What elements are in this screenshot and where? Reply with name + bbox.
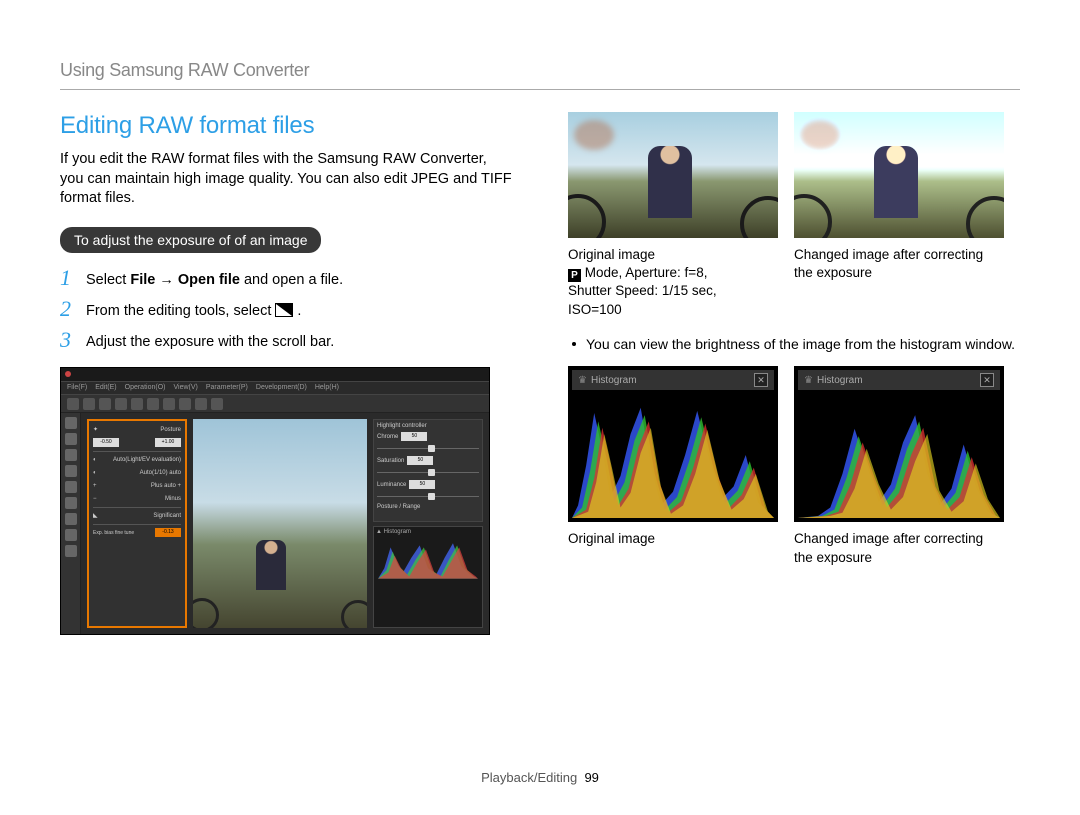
original-caption: Original image P Mode, Aperture: f=8, Sh… bbox=[568, 246, 778, 319]
step-2: 2 From the editing tools, select . bbox=[60, 298, 512, 321]
app-toolbar bbox=[61, 395, 489, 413]
app-sidebar bbox=[61, 413, 81, 634]
step-number: 2 bbox=[60, 298, 76, 320]
mini-histogram: ▲ Histogram bbox=[373, 526, 483, 628]
exposure-panel: ✦Posture -0.50 +1.00 ◐Auto(Light/EV eval… bbox=[87, 419, 187, 628]
step-number: 3 bbox=[60, 329, 76, 351]
left-column: Editing RAW format files If you edit the… bbox=[60, 112, 512, 635]
hist-caption-right: Changed image after correcting the expos… bbox=[794, 530, 1004, 566]
crown-icon: ♛ bbox=[804, 375, 813, 386]
histogram-original: ♛Histogram ✕ bbox=[568, 366, 778, 522]
corrected-caption: Changed image after correcting the expos… bbox=[794, 246, 1004, 319]
step-1: 1 Select File → Open file and open a fil… bbox=[60, 267, 512, 290]
hist-caption-left: Original image bbox=[568, 530, 778, 566]
step-3: 3 Adjust the exposure with the scroll ba… bbox=[60, 329, 512, 352]
breadcrumb: Using Samsung RAW Converter bbox=[60, 60, 1020, 90]
note-text: You can view the brightness of the image… bbox=[568, 335, 1020, 355]
close-icon: ✕ bbox=[980, 373, 994, 387]
subsection-pill: To adjust the exposure of of an image bbox=[60, 227, 321, 253]
original-photo bbox=[568, 112, 778, 238]
step-number: 1 bbox=[60, 267, 76, 289]
section-heading: Editing RAW format files bbox=[60, 112, 512, 140]
step-text: From the editing tools, select . bbox=[86, 298, 301, 321]
crown-icon: ♛ bbox=[578, 375, 587, 386]
page-footer: Playback/Editing 99 bbox=[0, 770, 1080, 785]
intro-text: If you edit the RAW format files with th… bbox=[60, 150, 512, 209]
close-icon: ✕ bbox=[754, 373, 768, 387]
app-titlebar bbox=[61, 368, 489, 382]
exposure-icon bbox=[275, 303, 293, 317]
step-text: Adjust the exposure with the scroll bar. bbox=[86, 329, 334, 352]
step-text: Select File → Open file and open a file. bbox=[86, 267, 343, 290]
right-column: Original image P Mode, Aperture: f=8, Sh… bbox=[568, 112, 1020, 635]
histogram-corrected: ♛Histogram ✕ bbox=[794, 366, 1004, 522]
app-menubar: File(F)Edit(E)Operation(O)View(V)Paramet… bbox=[61, 382, 489, 395]
mode-p-icon: P bbox=[568, 269, 581, 282]
corrected-photo bbox=[794, 112, 1004, 238]
preview-image bbox=[193, 419, 367, 628]
app-screenshot: File(F)Edit(E)Operation(O)View(V)Paramet… bbox=[60, 367, 490, 635]
adjustment-panel: Highlight controller Chrome50 Saturation… bbox=[373, 419, 483, 628]
step-list: 1 Select File → Open file and open a fil… bbox=[60, 267, 512, 353]
